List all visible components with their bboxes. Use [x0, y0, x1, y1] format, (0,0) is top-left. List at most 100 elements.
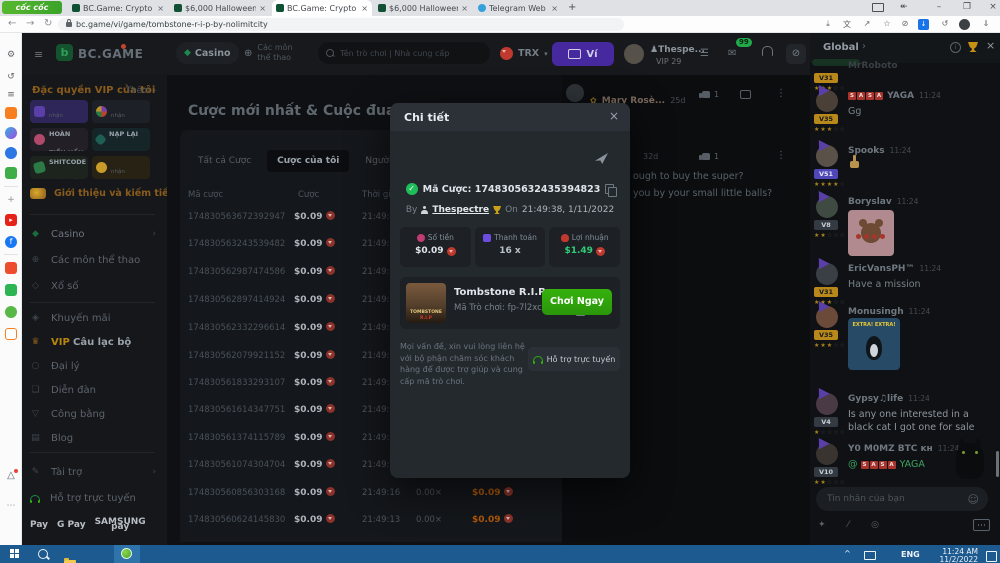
- chat-username[interactable]: Gypsy♫life: [848, 394, 903, 404]
- avatar[interactable]: [816, 145, 838, 167]
- mail-icon[interactable]: ✉: [728, 48, 736, 59]
- add-shortcut-icon[interactable]: +: [5, 194, 17, 206]
- vip-tile-task[interactable]: TASKnhận thưởng: [30, 100, 88, 123]
- chat-username[interactable]: MrRoboto: [848, 61, 898, 71]
- forward-icon[interactable]: →: [26, 18, 34, 29]
- language-indicator[interactable]: ENG: [901, 550, 920, 559]
- coin-drop-icon[interactable]: ◎: [871, 520, 879, 530]
- tab-close-icon[interactable]: ×: [157, 4, 164, 13]
- sidebar-item-vip-club[interactable]: ♛ VIP Câu lạc bộ: [30, 330, 160, 354]
- emoji-icon[interactable]: ☺: [968, 493, 979, 506]
- messenger-icon[interactable]: [5, 127, 17, 139]
- like-button[interactable]: 1: [702, 152, 719, 161]
- address-bar[interactable]: bc.game/vi/game/tombstone-r-i-p-by-nolim…: [58, 18, 624, 31]
- table-row[interactable]: 174830560624145830 $0.09 21:49:13 0.00× …: [180, 508, 562, 535]
- download-manager-icon[interactable]: ↓: [918, 19, 929, 30]
- chat-username[interactable]: EricVansPH™: [848, 264, 914, 274]
- modal-close-icon[interactable]: ×: [609, 109, 619, 123]
- vip-tile-reload[interactable]: NẠP LẠIVIP 22: [92, 128, 150, 151]
- profile-avatar[interactable]: [959, 19, 970, 30]
- browser-tab[interactable]: BC.Game: Crypto Casino Gam ×: [68, 0, 168, 16]
- bettor-name[interactable]: Thespectre: [432, 205, 489, 215]
- avatar[interactable]: [816, 90, 838, 112]
- taskbar-search-icon[interactable]: [38, 549, 48, 559]
- vip-tile-bcd[interactable]: BCDnhận thưởng: [92, 156, 150, 179]
- chat-username[interactable]: YAGA: [887, 91, 914, 101]
- chat-message-input[interactable]: [825, 493, 963, 505]
- hamburger-menu-icon[interactable]: ≡: [34, 48, 43, 61]
- lazada-cart-icon[interactable]: [5, 328, 17, 340]
- chat-username[interactable]: Boryslav: [848, 197, 892, 207]
- reading-list-icon[interactable]: ≡: [5, 89, 17, 101]
- avatar[interactable]: [816, 443, 838, 465]
- vip-tile-shitcode[interactable]: SHITCODEnhận thưởng: [30, 156, 88, 179]
- like-button[interactable]: 1: [702, 90, 719, 99]
- site-logo-text[interactable]: BC.GAME: [78, 47, 143, 61]
- comment-icon[interactable]: [740, 90, 751, 99]
- sidebar-item-fairness[interactable]: ▽ Công bằng: [30, 402, 160, 426]
- shopee-icon[interactable]: [5, 262, 17, 274]
- taskbar-clock[interactable]: 11:24 AM 11/2/2022: [928, 548, 978, 563]
- chat-scrollbar[interactable]: [996, 451, 999, 477]
- sidebar-item-sports[interactable]: ⊕ Các môn thể thao: [30, 248, 160, 272]
- tab-close-icon[interactable]: ×: [259, 4, 266, 13]
- bcgame-logo-icon[interactable]: b: [56, 44, 73, 61]
- sidebar-item-forum[interactable]: ❑ Diễn đàn: [30, 378, 160, 402]
- facebook-icon[interactable]: f: [5, 236, 17, 248]
- chat-username[interactable]: Monusingh: [848, 307, 904, 317]
- back-icon[interactable]: ←: [8, 18, 16, 29]
- save-page-icon[interactable]: ⤓: [822, 19, 834, 29]
- settings-gear-icon[interactable]: ⚙: [5, 49, 17, 61]
- browser-tab[interactable]: $6,000 Halloween Slot Battle ×: [170, 0, 270, 16]
- new-tab-button[interactable]: +: [568, 2, 576, 13]
- sidebar-item-casino[interactable]: ◆ Casino ›: [30, 222, 160, 246]
- sidebar-item-sponsorship[interactable]: ✎ Tài trợ ›: [30, 460, 160, 484]
- chat-input[interactable]: ☺: [816, 487, 988, 511]
- vip-more-link[interactable]: Thêm ›: [126, 86, 156, 96]
- chat-close-icon[interactable]: ×: [986, 39, 995, 52]
- avatar[interactable]: [816, 263, 838, 285]
- youtube-icon[interactable]: ▸: [5, 214, 17, 226]
- browser-tab[interactable]: Telegram Web ×: [474, 0, 562, 16]
- notification-bell-icon[interactable]: △: [5, 470, 17, 482]
- referral-banner[interactable]: Giới thiệu và kiếm tiền: [30, 188, 175, 199]
- gif-keyboard-icon[interactable]: [973, 519, 990, 531]
- chat-toggle-icon[interactable]: ⊘: [786, 44, 806, 64]
- tab-close-icon[interactable]: ×: [551, 4, 558, 13]
- search-input[interactable]: [338, 48, 472, 59]
- pip-icon[interactable]: [872, 3, 884, 12]
- tab-my-bets[interactable]: Cược của tôi: [267, 150, 349, 172]
- history-icon[interactable]: ↺: [5, 71, 17, 83]
- site-info-lock-icon[interactable]: [66, 22, 72, 27]
- casino-nav-button[interactable]: ◆ Casino: [176, 42, 239, 64]
- sidebar-item-blog[interactable]: ▤ Blog: [30, 426, 160, 450]
- window-maximize-button[interactable]: ❐: [960, 2, 974, 12]
- post-menu-icon[interactable]: ⋮: [776, 88, 786, 99]
- zalo-icon[interactable]: [5, 147, 17, 159]
- downloads-icon[interactable]: ⇓: [980, 19, 992, 28]
- bets-list-icon[interactable]: ☰: [700, 48, 709, 59]
- avatar[interactable]: [816, 306, 838, 328]
- chat-channel[interactable]: Global: [823, 42, 859, 53]
- sidebar-item-promotions[interactable]: ◈ Khuyến mãi: [30, 306, 160, 330]
- game-thumbnail[interactable]: TOMBSTONE R.I.P: [406, 283, 446, 323]
- gamepad-icon[interactable]: [5, 167, 17, 179]
- post-avatar[interactable]: [566, 84, 584, 102]
- action-center-icon[interactable]: [986, 551, 997, 562]
- table-row[interactable]: 174830560856303168 $0.09 21:49:16 0.00× …: [180, 481, 562, 508]
- browser-tab[interactable]: $6,000 Halloween Slot Battle ×: [374, 0, 472, 16]
- game-search[interactable]: [318, 42, 490, 64]
- sidebar-item-agent[interactable]: ○ Đại lý: [30, 354, 160, 378]
- sports-nav-button[interactable]: ⊕ Các môn thể thao: [244, 43, 305, 63]
- bookmark-star-icon[interactable]: ☆: [881, 19, 893, 28]
- rules-icon[interactable]: ⁄: [848, 520, 850, 530]
- sidebar-item-support[interactable]: Hỗ trợ trực tuyến: [30, 486, 160, 510]
- reload-icon[interactable]: ↻: [44, 18, 52, 29]
- vip-tile-rakeback[interactable]: HOÀN TIỀN XẤU: [30, 128, 88, 151]
- tab-close-icon[interactable]: ×: [361, 4, 368, 13]
- wallet-button[interactable]: Ví: [552, 42, 614, 66]
- info-icon[interactable]: i: [950, 42, 961, 53]
- post-menu-icon[interactable]: ⋮: [776, 150, 786, 161]
- copy-icon[interactable]: [605, 184, 614, 194]
- chat-username[interactable]: Y0 M0MZ BTC ᴋʜ: [848, 444, 933, 454]
